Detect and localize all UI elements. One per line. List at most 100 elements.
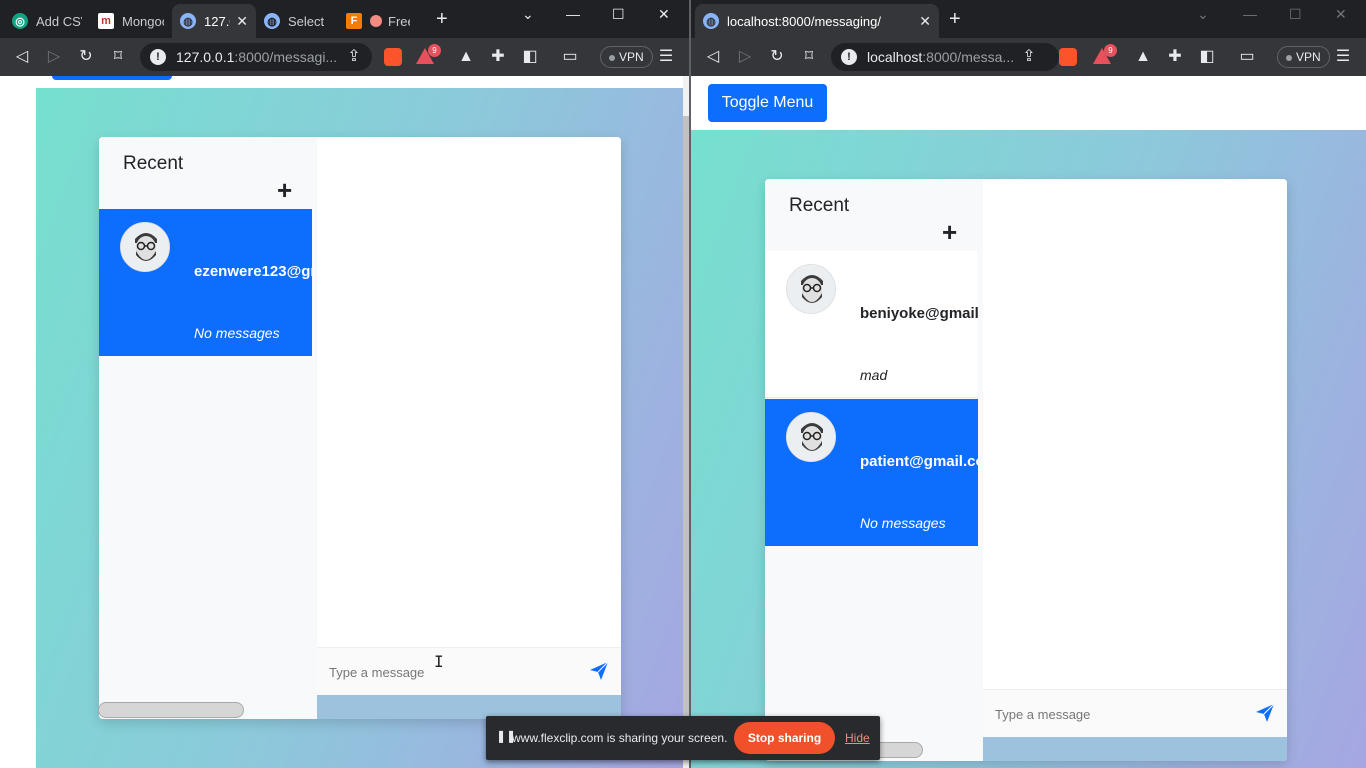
send-icon[interactable] bbox=[589, 661, 609, 681]
user-avatar-icon bbox=[787, 413, 835, 461]
back-icon[interactable]: ◁ bbox=[703, 47, 723, 67]
tab-add-csv[interactable]: ◎ Add CSV bbox=[4, 4, 90, 38]
vpn-button[interactable]: VPN bbox=[600, 46, 653, 68]
conversation-item[interactable]: patient@gmail.com No messages bbox=[765, 399, 978, 546]
reload-icon[interactable]: ↻ bbox=[76, 47, 96, 67]
conversation-item[interactable]: beniyoke@gmail.com mad bbox=[765, 251, 978, 398]
menu-icon[interactable]: ☰ bbox=[656, 47, 676, 67]
forward-icon[interactable]: ▷ bbox=[44, 47, 64, 67]
sidebar-icon[interactable]: ◧ bbox=[520, 47, 540, 67]
tab-search-icon[interactable]: ⌄ bbox=[522, 6, 534, 23]
message-input[interactable] bbox=[329, 660, 581, 684]
avatar bbox=[786, 412, 836, 462]
share-icon[interactable]: ⇪ bbox=[1019, 47, 1039, 67]
minimize-icon[interactable]: — bbox=[1243, 6, 1257, 22]
browser-window-right: ◍ localhost:8000/messaging/ ✕ + ⌄ — ☐ ✕ … bbox=[691, 0, 1366, 768]
close-window-icon[interactable]: ✕ bbox=[658, 6, 670, 23]
tab-localhost-messaging[interactable]: ◍ localhost:8000/messaging/ ✕ bbox=[695, 4, 939, 38]
tab-mongoose[interactable]: m Mongoo bbox=[90, 4, 172, 38]
new-tab-icon[interactable]: + bbox=[949, 9, 961, 29]
recent-heading: Recent bbox=[123, 153, 184, 174]
reload-icon[interactable]: ↻ bbox=[767, 47, 787, 67]
tab-search-icon[interactable]: ⌄ bbox=[1197, 6, 1209, 23]
recording-icon bbox=[370, 15, 382, 27]
rewards-badge: 9 bbox=[1104, 44, 1117, 57]
extension-triangle-icon[interactable]: ▲ bbox=[1133, 47, 1153, 67]
avatar bbox=[786, 264, 836, 314]
flexclip-icon: F bbox=[346, 13, 362, 29]
browser-toolbar: ◁ ▷ ↻ ⌑ ! localhost:8000/messa... ⇪ 9 ▲ … bbox=[691, 38, 1366, 76]
bookmark-icon[interactable]: ⌑ bbox=[108, 47, 128, 67]
close-tab-icon[interactable]: ✕ bbox=[919, 13, 931, 30]
extension-triangle-icon[interactable]: ▲ bbox=[456, 47, 476, 67]
chat-card: Recent + ezenwere123@g No messages Type … bbox=[99, 137, 621, 719]
message-input-bar bbox=[317, 647, 621, 695]
vpn-button[interactable]: VPN bbox=[1277, 46, 1330, 68]
forward-icon[interactable]: ▷ bbox=[735, 47, 755, 67]
globe-icon: ◍ bbox=[180, 13, 196, 29]
page-viewport: Toggle Menu Recent + beniyoke@gmai mad p… bbox=[691, 76, 1366, 768]
conversation-last-message: No messages bbox=[194, 325, 280, 341]
user-avatar-icon bbox=[121, 223, 169, 271]
toggle-menu-button[interactable] bbox=[52, 76, 172, 80]
tab-strip: ◎ Add CSV m Mongoo ◍ 127.0 ✕ ◍ Select m … bbox=[0, 0, 689, 38]
send-icon[interactable] bbox=[1255, 703, 1275, 723]
avatar bbox=[120, 222, 170, 272]
tab-free[interactable]: F Free bbox=[338, 4, 418, 38]
conversation-last-message: No messages bbox=[860, 515, 946, 531]
conversation-name: ezenwere123@gmail.com bbox=[194, 263, 312, 280]
minimize-icon[interactable]: — bbox=[566, 6, 580, 22]
close-tab-icon[interactable]: ✕ bbox=[236, 13, 248, 30]
conversation-name: beniyoke@gmail.com bbox=[860, 305, 978, 322]
message-input[interactable] bbox=[995, 702, 1247, 726]
browser-toolbar: ◁ ▷ ↻ ⌑ ! 127.0.0.1:8000/messagi... ⇪ 9 … bbox=[0, 38, 689, 76]
new-tab-icon[interactable]: + bbox=[436, 9, 448, 29]
brave-shields-icon[interactable] bbox=[384, 48, 402, 66]
add-conversation-icon[interactable]: + bbox=[277, 177, 292, 203]
add-conversation-icon[interactable]: + bbox=[942, 219, 957, 245]
conversation-sidebar: Recent + beniyoke@gmai mad patient@gmail… bbox=[765, 179, 983, 761]
extensions-icon[interactable]: ✚ bbox=[1165, 47, 1185, 67]
text-cursor-icon: I bbox=[434, 652, 444, 671]
browser-window-left: ◎ Add CSV m Mongoo ◍ 127.0 ✕ ◍ Select m … bbox=[0, 0, 689, 768]
share-message: www.flexclip.com is sharing your screen. bbox=[512, 731, 728, 745]
share-icon[interactable]: ⇪ bbox=[344, 47, 364, 67]
pane-footer bbox=[983, 737, 1287, 761]
conversation-last-message: mad bbox=[860, 367, 888, 383]
extensions-icon[interactable]: ✚ bbox=[488, 47, 508, 67]
recent-heading: Recent bbox=[789, 195, 850, 216]
conversation-sidebar: Recent + ezenwere123@g No messages bbox=[99, 137, 317, 719]
chat-card: Recent + beniyoke@gmai mad patient@gmail… bbox=[765, 179, 1287, 761]
close-window-icon[interactable]: ✕ bbox=[1335, 6, 1347, 23]
message-input-bar bbox=[983, 689, 1287, 737]
tab-strip: ◍ localhost:8000/messaging/ ✕ + ⌄ — ☐ ✕ bbox=[691, 0, 1366, 38]
hide-link[interactable]: Hide bbox=[845, 731, 870, 745]
page-viewport: Recent + ezenwere123@g No messages Type … bbox=[0, 76, 689, 768]
site-info-icon[interactable]: ! bbox=[150, 49, 166, 65]
maximize-icon[interactable]: ☐ bbox=[1289, 6, 1302, 23]
chatgpt-icon: ◎ bbox=[12, 13, 28, 29]
site-info-icon[interactable]: ! bbox=[841, 49, 857, 65]
message-pane bbox=[317, 137, 621, 719]
sidebar-icon[interactable]: ◧ bbox=[1197, 47, 1217, 67]
bookmark-icon[interactable]: ⌑ bbox=[799, 47, 819, 67]
conversation-name: patient@gmail.com bbox=[860, 453, 978, 470]
wallet-icon[interactable]: ▭ bbox=[560, 47, 580, 67]
conversation-item[interactable]: ezenwere123@gmail.com No messages bbox=[99, 209, 312, 356]
tab-select[interactable]: ◍ Select m bbox=[256, 4, 336, 38]
globe-icon: ◍ bbox=[264, 13, 280, 29]
screen-share-bar: ❚❚ www.flexclip.com is sharing your scre… bbox=[486, 716, 880, 760]
horizontal-scrollbar[interactable] bbox=[98, 702, 244, 718]
menu-icon[interactable]: ☰ bbox=[1333, 47, 1353, 67]
brave-shields-icon[interactable] bbox=[1059, 48, 1077, 66]
rewards-badge: 9 bbox=[428, 44, 441, 57]
user-avatar-icon bbox=[787, 265, 835, 313]
wallet-icon[interactable]: ▭ bbox=[1237, 47, 1257, 67]
stop-sharing-button[interactable]: Stop sharing bbox=[734, 722, 835, 754]
address-bar[interactable]: ! 127.0.0.1:8000/messagi... bbox=[140, 43, 372, 71]
toggle-menu-button[interactable]: Toggle Menu bbox=[708, 84, 827, 122]
tab-localhost-active[interactable]: ◍ 127.0 ✕ bbox=[172, 4, 256, 38]
back-icon[interactable]: ◁ bbox=[12, 47, 32, 67]
message-pane bbox=[983, 179, 1287, 761]
maximize-icon[interactable]: ☐ bbox=[612, 6, 625, 23]
